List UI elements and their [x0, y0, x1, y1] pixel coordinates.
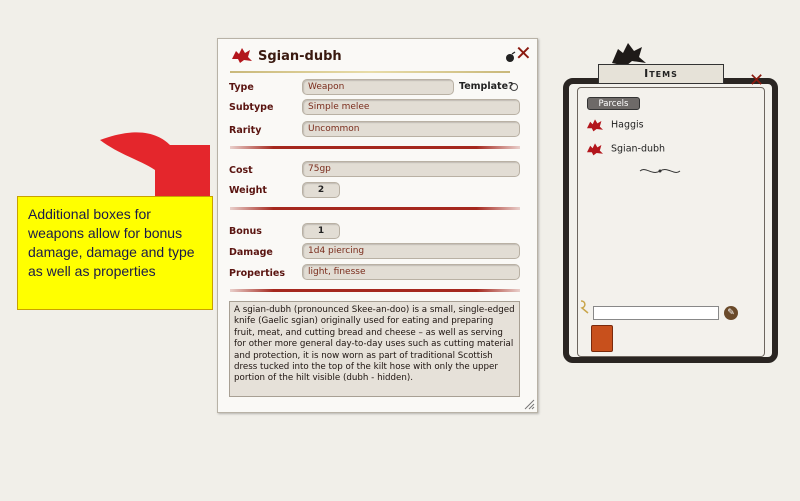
description-field[interactable]: A sgian-dubh (pronounced Skee-an-doo) is… — [229, 301, 520, 397]
rarity-field[interactable]: Uncommon — [302, 121, 520, 137]
subtype-field[interactable]: Simple melee — [302, 99, 520, 115]
bonus-field[interactable]: 1 — [302, 223, 340, 239]
item-record-window: Sgian-dubh ✕ Type Weapon Template? Subty… — [217, 38, 538, 413]
bonus-label: Bonus — [229, 226, 262, 237]
record-title[interactable]: Sgian-dubh — [258, 49, 342, 64]
dragon-icon — [587, 143, 603, 156]
list-item-label: Sgian-dubh — [611, 143, 666, 155]
annotation-callout: Additional boxes for weapons allow for b… — [17, 196, 213, 310]
damage-field[interactable]: 1d4 piercing — [302, 243, 520, 259]
section-divider — [230, 207, 520, 210]
dragon-icon — [232, 48, 252, 63]
properties-field[interactable]: light, finesse — [302, 264, 520, 280]
section-divider — [230, 146, 520, 149]
edit-icon[interactable]: ✎ — [724, 306, 738, 320]
dragon-icon — [587, 119, 603, 132]
section-divider — [230, 289, 520, 292]
link-hook-icon — [580, 300, 589, 314]
item-name-input[interactable] — [593, 306, 719, 320]
close-icon[interactable]: ✕ — [515, 41, 532, 65]
template-label: Template? — [459, 81, 514, 92]
properties-label: Properties — [229, 268, 285, 279]
rarity-label: Rarity — [229, 125, 262, 136]
dragon-icon — [612, 43, 646, 66]
type-label: Type — [229, 82, 254, 93]
damage-label: Damage — [229, 247, 273, 258]
list-item-label: Haggis — [611, 119, 644, 131]
ornament-divider — [639, 169, 681, 173]
type-field[interactable]: Weapon — [302, 79, 454, 95]
list-item[interactable]: Sgian-dubh — [584, 141, 665, 157]
cost-label: Cost — [229, 165, 253, 176]
callout-text: Additional boxes for weapons allow for b… — [28, 206, 195, 279]
weight-field[interactable]: 2 — [302, 182, 340, 198]
resize-grip-icon[interactable] — [523, 398, 535, 410]
cost-field[interactable]: 75gp — [302, 161, 520, 177]
subtype-label: Subtype — [229, 102, 274, 113]
title-divider — [230, 71, 510, 73]
weight-label: Weight — [229, 185, 267, 196]
close-icon[interactable]: ✕ — [749, 70, 764, 91]
parcels-button[interactable]: Parcels — [587, 97, 640, 110]
items-window-title: Items — [598, 64, 724, 84]
tag-icon[interactable] — [591, 325, 613, 352]
template-radio[interactable] — [510, 83, 518, 91]
list-item[interactable]: Haggis — [584, 117, 644, 133]
